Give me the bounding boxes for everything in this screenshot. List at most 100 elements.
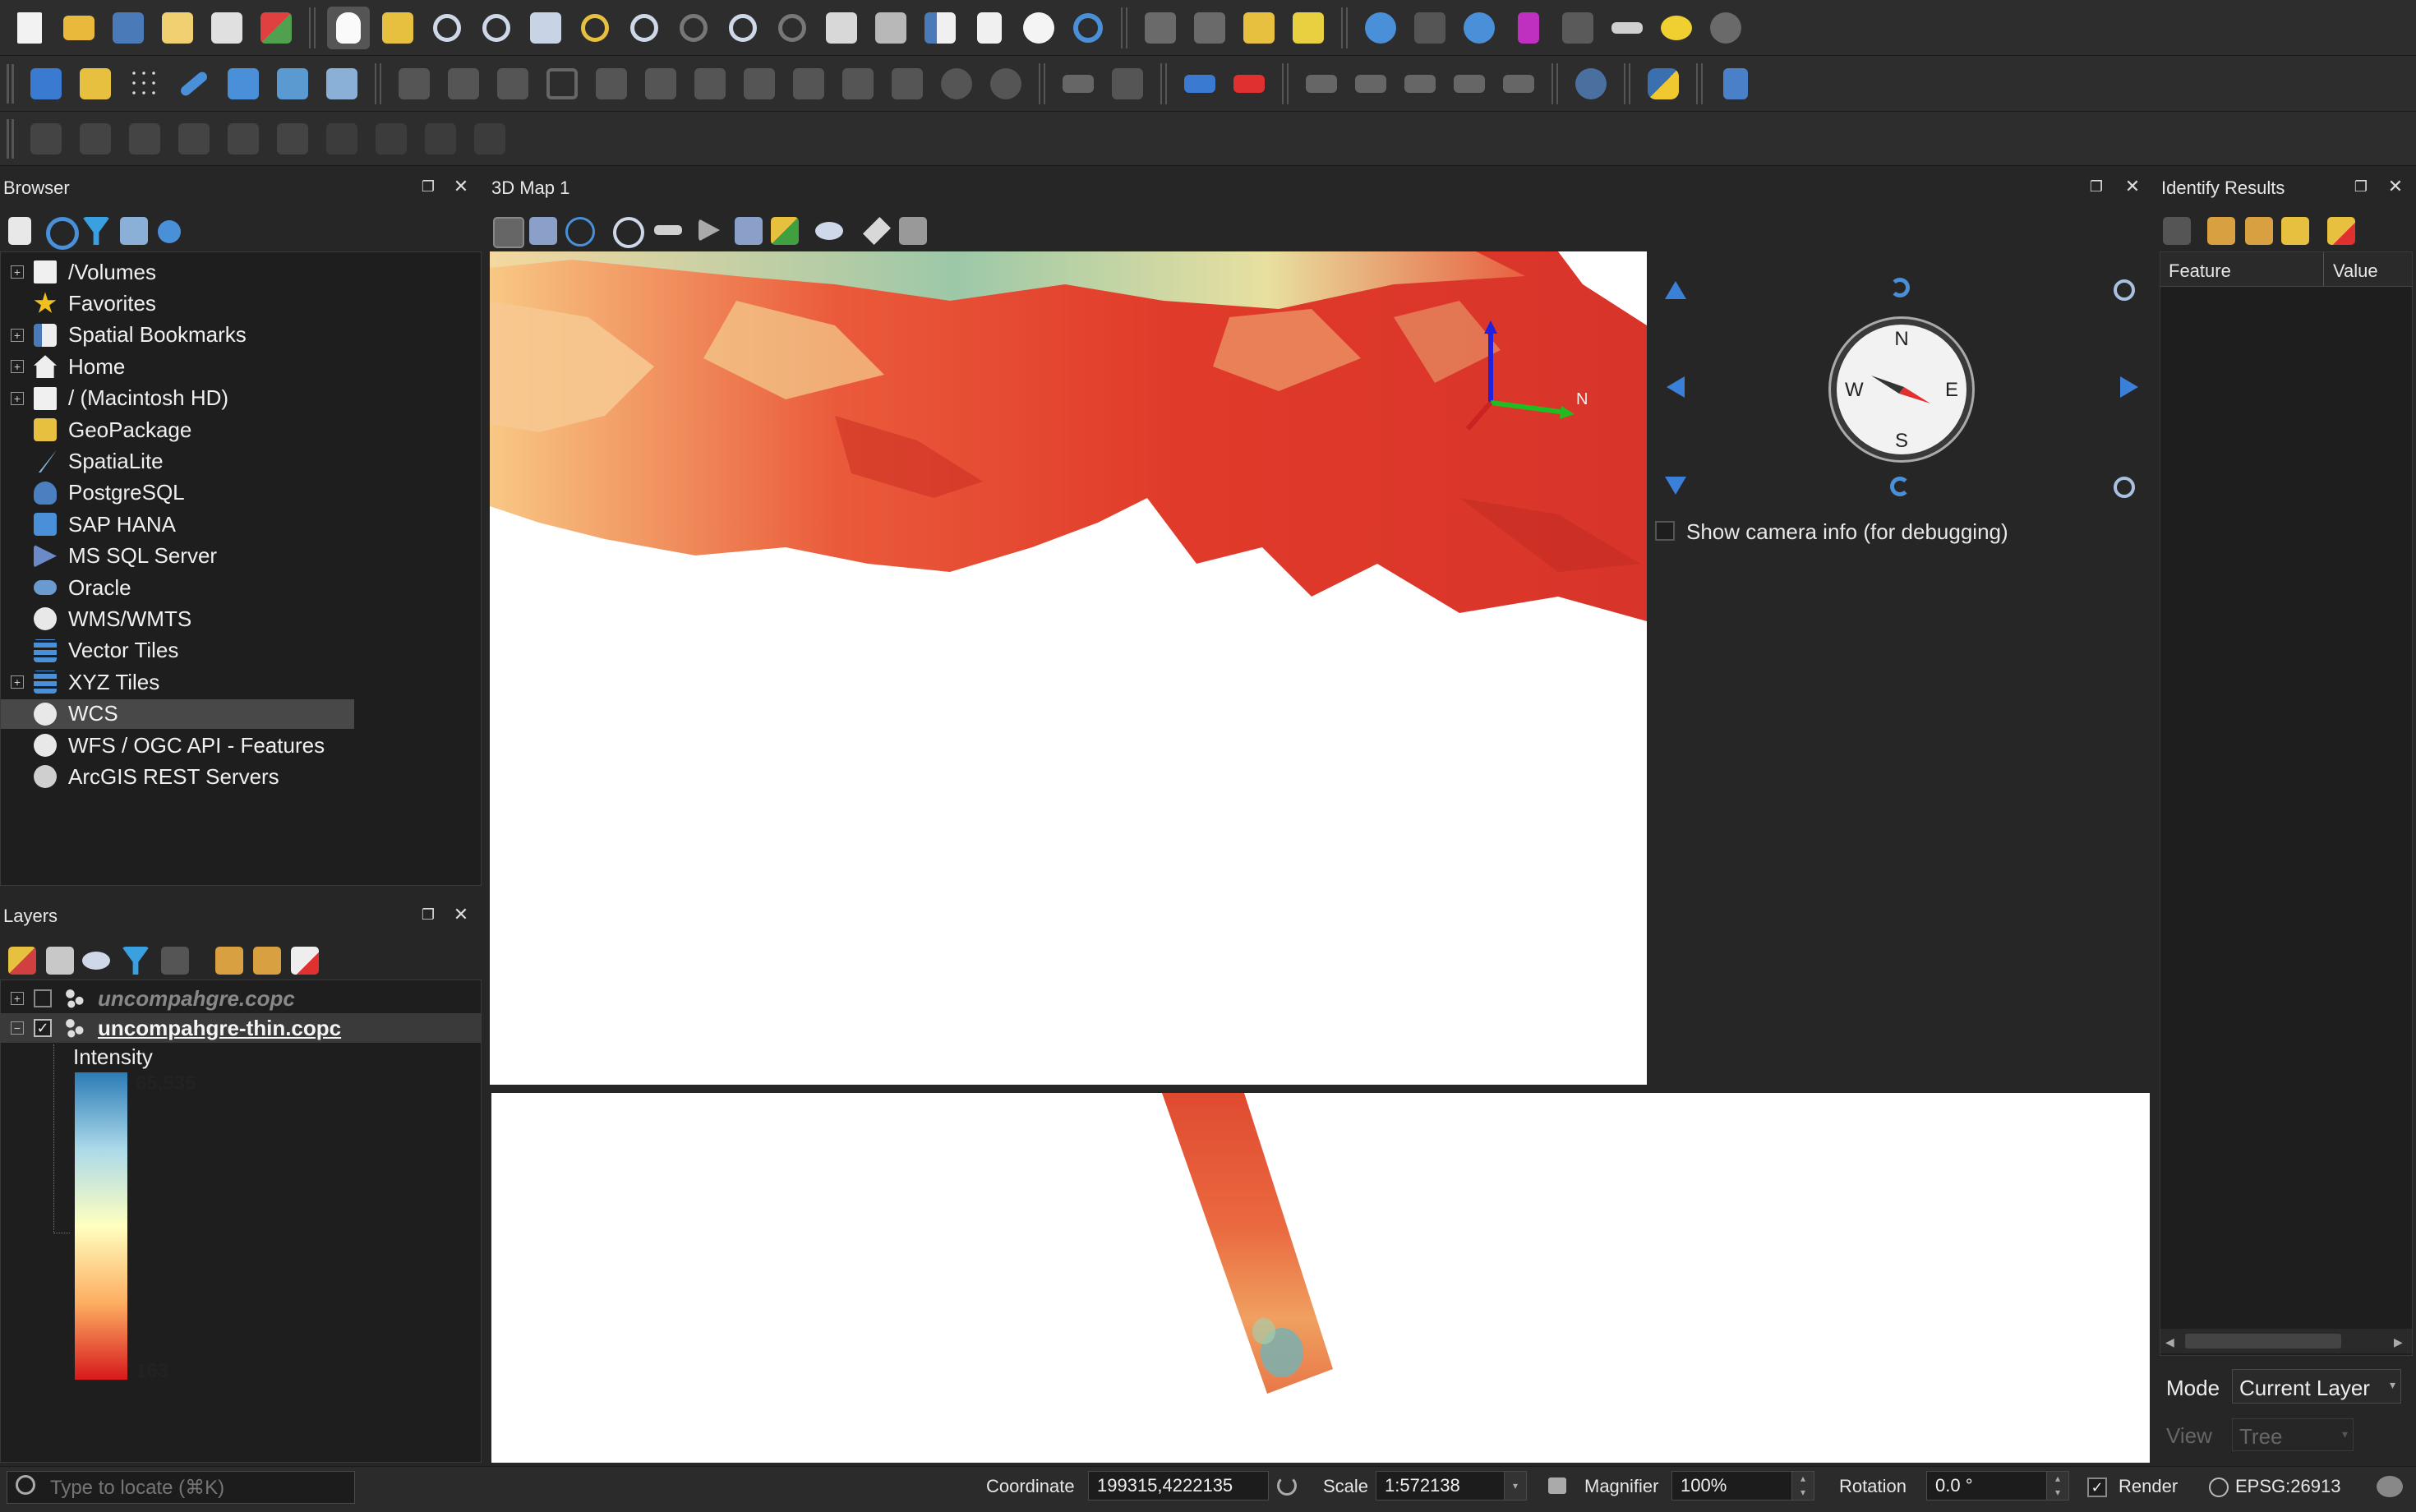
redo-button[interactable] [984,62,1027,105]
rotation-field[interactable]: 0.0 ° [1926,1471,2049,1500]
zoom-next-button[interactable] [771,7,814,49]
locator-input[interactable] [48,1475,348,1501]
map-tips-button[interactable] [1655,7,1698,49]
help-button[interactable] [1714,62,1757,105]
zoom-to-selection-button[interactable] [574,7,616,49]
mesh-tool-button[interactable] [271,118,314,160]
feature-form-icon[interactable] [2163,217,2191,245]
float-panel-icon[interactable]: ❐ [419,177,437,196]
camera-control-icon[interactable] [493,217,524,248]
deselect-button[interactable] [1238,7,1280,49]
collapse-icon[interactable]: − [11,1021,24,1035]
scroll-right-icon[interactable]: ▶ [2394,1335,2403,1349]
temporal-controller-button[interactable] [1017,7,1060,49]
change-label-button[interactable] [1399,62,1441,105]
new-temporary-layer-button[interactable] [123,62,166,105]
export-3d-icon[interactable] [771,217,799,245]
zoom-full-icon[interactable] [529,217,557,245]
tilt-up-icon[interactable] [1890,278,1910,297]
browser-item[interactable]: Oracle [1,573,481,602]
layer-item[interactable]: − ✓ uncompahgre-thin.copc [1,1013,481,1043]
statistics-button[interactable] [1507,7,1550,49]
edit-pencil-button[interactable] [393,62,436,105]
wrench-icon[interactable] [863,217,891,245]
layer-item[interactable]: + uncompahgre.copc [1,984,481,1013]
identify-features-button[interactable] [1359,7,1402,49]
pan-to-selection-button[interactable] [376,7,419,49]
zoom-full-button[interactable] [524,7,567,49]
field-calculator-button[interactable] [1556,7,1599,49]
show-bookmarks-button[interactable] [968,7,1011,49]
magnifier-stepper[interactable]: ▴ ▾ [1791,1471,1814,1500]
close-panel-icon[interactable]: ✕ [2386,177,2404,196]
float-panel-icon[interactable]: ❐ [2087,177,2105,196]
lock-icon[interactable] [1548,1477,1566,1494]
browser-item[interactable]: ArcGIS REST Servers [1,762,481,791]
expand-icon[interactable]: + [11,992,24,1005]
delete-selected-button[interactable] [738,62,781,105]
expand-tree-icon[interactable] [2207,217,2235,245]
select-by-value-button[interactable] [1188,7,1231,49]
measure-button[interactable] [1606,7,1648,49]
filter-legend-icon[interactable] [161,947,189,975]
browser-item[interactable]: + / (Macintosh HD) [1,384,481,413]
camera-info-checkbox[interactable] [1655,521,1675,541]
browser-item[interactable]: + /Volumes [1,257,481,287]
layer-visibility-checkbox[interactable]: ✓ [34,1019,52,1037]
horizontal-scrollbar[interactable]: ◀ ▶ [2160,1329,2412,1353]
collapse-all-icon[interactable] [253,947,281,975]
expand-icon[interactable]: + [11,328,24,342]
compass-dial[interactable]: N S W E [1831,319,1972,460]
digitize-button[interactable] [173,62,215,105]
browser-item[interactable]: Favorites [1,288,481,318]
python-console-button[interactable] [1642,62,1685,105]
value-column-header[interactable]: Value [2333,260,2378,282]
pan-left-icon[interactable] [1667,376,1685,398]
info-icon[interactable] [158,220,181,243]
mode-select[interactable]: Current Layer ▾ [2232,1369,2401,1404]
zoom-out-icon[interactable] [2114,477,2135,498]
browser-item[interactable]: MS SQL Server [1,542,481,571]
layer-visibility-checkbox[interactable] [34,989,52,1007]
mesh-tool-button[interactable] [25,118,67,160]
layout-manager-button[interactable] [205,7,248,49]
float-panel-icon[interactable]: ❐ [2352,177,2370,196]
new-3d-map-view-button[interactable] [869,7,912,49]
mesh-tool-button[interactable] [468,118,511,160]
filter-icon[interactable] [122,947,150,975]
scroll-thumb[interactable] [2185,1334,2341,1348]
crs-label[interactable]: EPSG:26913 [2235,1476,2340,1497]
save-project-button[interactable] [107,7,150,49]
refresh-button[interactable] [1067,7,1109,49]
zoom-last-button[interactable] [722,7,764,49]
toggle-editing-button[interactable] [442,62,485,105]
scale-dropdown-icon[interactable]: ▾ [1504,1471,1527,1500]
measure-icon[interactable] [654,225,682,235]
style-manager-button[interactable] [255,7,297,49]
data-source-manager-button[interactable] [25,62,67,105]
add-raster-button[interactable] [222,62,265,105]
zoom-in-icon[interactable] [613,217,644,248]
map-canvas[interactable] [491,1093,2150,1463]
render-checkbox[interactable]: ✓ [2087,1477,2107,1497]
expand-icon[interactable]: + [11,360,24,374]
save-image-icon[interactable] [735,217,763,245]
scale-field[interactable]: 1:572138 [1376,1471,1512,1500]
rotation-stepper[interactable]: ▴ ▾ [2046,1471,2069,1500]
view-select[interactable]: Tree ▾ [2232,1418,2354,1451]
add-layer-icon[interactable] [8,217,31,245]
diagram-button[interactable] [1106,62,1149,105]
zoom-to-layer-button[interactable] [623,7,666,49]
pan-down-icon[interactable] [1665,477,1686,495]
add-polygon-button[interactable] [541,62,583,105]
messages-icon[interactable] [2377,1476,2403,1497]
mesh-tool-button[interactable] [370,118,413,160]
filter-icon[interactable] [82,217,110,245]
expand-all-icon[interactable] [215,947,243,975]
settings-button[interactable] [1704,7,1747,49]
identify-icon[interactable] [565,217,595,247]
new-spatial-bookmark-button[interactable] [919,7,961,49]
expand-icon[interactable]: + [11,675,24,689]
browser-item[interactable]: + Spatial Bookmarks [1,320,481,350]
collapse-tree-icon[interactable] [2245,217,2273,245]
